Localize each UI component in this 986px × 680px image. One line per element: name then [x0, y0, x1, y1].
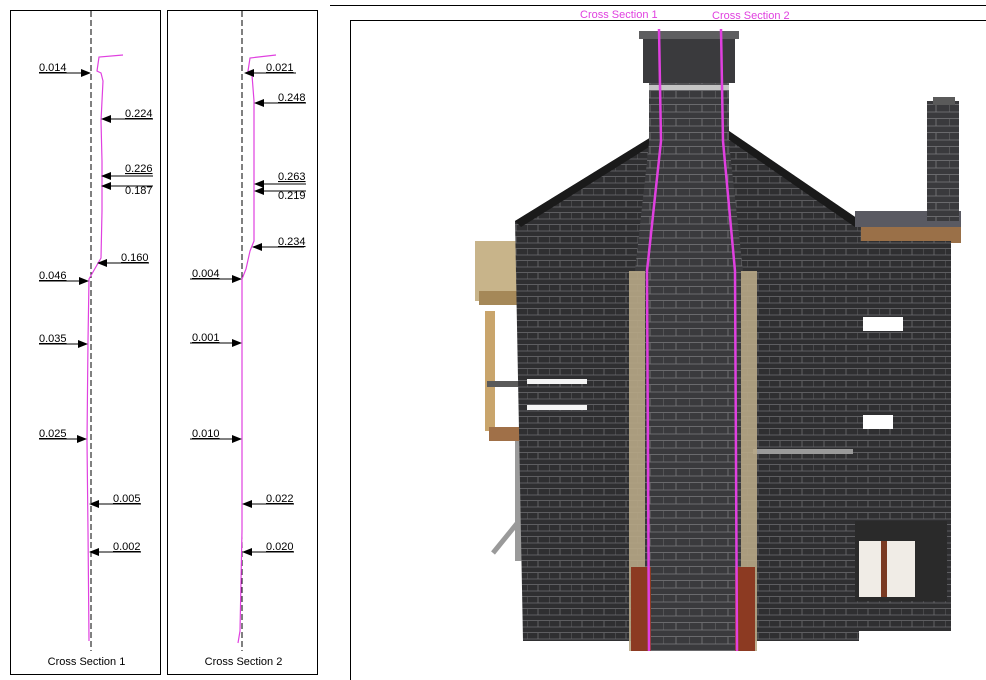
measure-value: 0.001 [192, 332, 220, 344]
cross-section-1-panel: 0.014 0.224 0.226 0.187 0.046 0.160 0.03… [10, 10, 161, 675]
building-elevation [475, 28, 961, 652]
cross-section-2-label: Cross Section 2 [712, 10, 790, 22]
model-view-panel [350, 20, 986, 680]
measure-value: 0.187 [125, 185, 153, 197]
measure-value: 0.004 [192, 268, 220, 280]
cross-section-2-drawing: 0.021 0.248 0.263 0.219 0.004 0.234 0.00… [190, 11, 306, 651]
top-frame-line [330, 5, 986, 6]
measure-value: 0.226 [125, 163, 153, 175]
measure-7: 0.001 [190, 332, 242, 347]
measure-10: 0.002 [89, 541, 141, 556]
measure-value: 0.021 [266, 62, 294, 74]
measure-1: 0.014 [39, 62, 91, 77]
measure-6: 0.160 [97, 252, 149, 267]
measure-5: 0.046 [39, 270, 89, 285]
measure-value: 0.219 [278, 190, 306, 202]
measure-2: 0.224 [101, 108, 153, 123]
cross-section-1-drawing: 0.014 0.224 0.226 0.187 0.046 0.160 0.03… [39, 11, 153, 651]
right-wing [855, 97, 961, 631]
measure-value: 0.248 [278, 92, 306, 104]
measure-value: 0.234 [278, 236, 306, 248]
measure-4: 0.219 [254, 187, 306, 202]
measure-10: 0.020 [242, 541, 294, 556]
measure-value: 0.002 [113, 541, 141, 553]
measure-8: 0.025 [39, 428, 87, 443]
cross-section-1-caption: Cross Section 1 [47, 656, 126, 668]
measure-value: 0.005 [113, 493, 141, 505]
measure-value: 0.046 [39, 270, 67, 282]
measure-value: 0.025 [39, 428, 67, 440]
measure-1: 0.021 [244, 62, 296, 77]
measure-value: 0.160 [121, 252, 149, 264]
measure-3: 0.263 [254, 171, 306, 188]
cross-section-2-panel: 0.021 0.248 0.263 0.219 0.004 0.234 0.00… [167, 10, 318, 675]
measure-2: 0.248 [254, 92, 306, 107]
measure-value: 0.263 [278, 171, 306, 183]
measure-value: 0.014 [39, 62, 67, 74]
measure-8: 0.010 [190, 428, 242, 443]
measure-7: 0.035 [39, 333, 88, 348]
measure-9: 0.022 [242, 493, 294, 508]
cross-section-1-label: Cross Section 1 [580, 9, 658, 21]
measure-value: 0.224 [125, 108, 153, 120]
measure-3: 0.226 [101, 163, 153, 180]
measure-value: 0.035 [39, 333, 67, 345]
measure-4: 0.187 [101, 182, 153, 197]
measure-value: 0.010 [192, 428, 220, 440]
measure-6: 0.234 [252, 236, 306, 251]
measure-value: 0.020 [266, 541, 294, 553]
measure-5: 0.004 [190, 268, 242, 283]
measure-9: 0.005 [89, 493, 141, 508]
deviation-profile [237, 54, 277, 644]
measure-value: 0.022 [266, 493, 294, 505]
cross-section-2-caption: Cross Section 2 [204, 656, 283, 668]
